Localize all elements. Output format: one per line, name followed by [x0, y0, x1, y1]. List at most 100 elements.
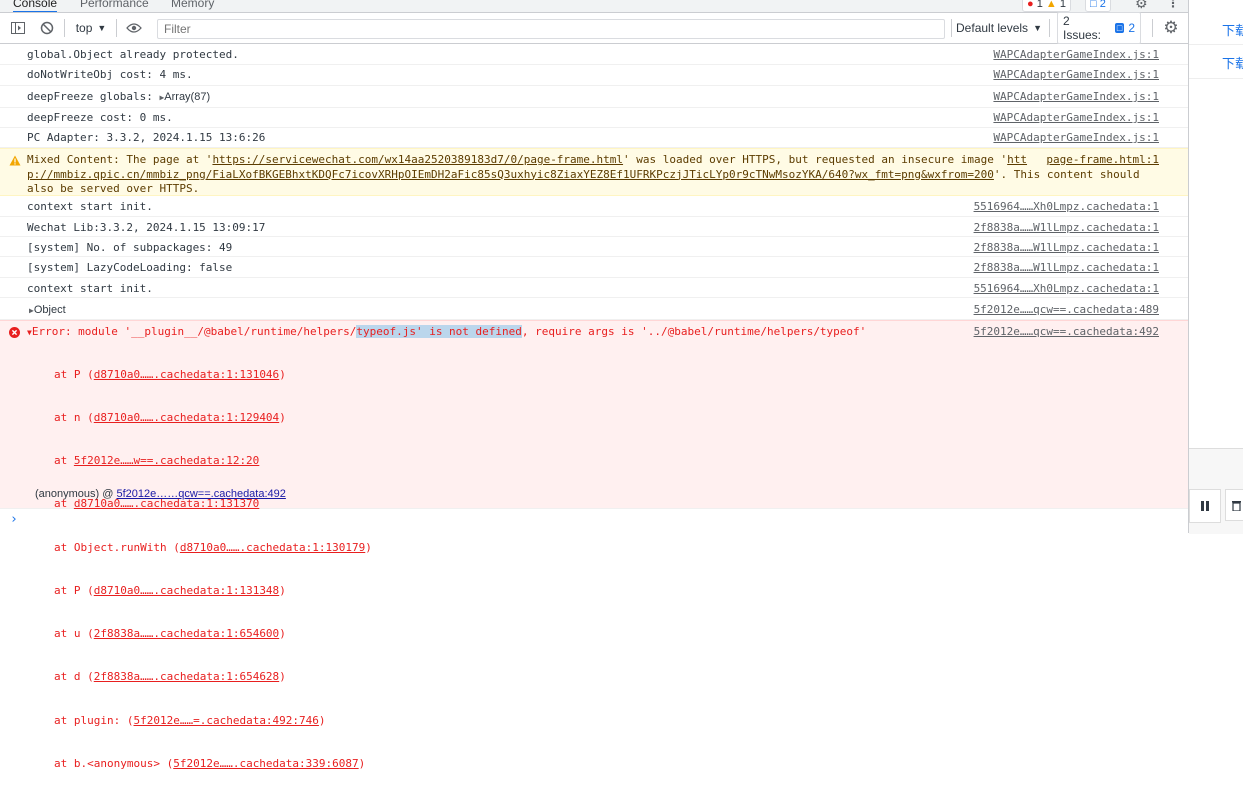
log-levels-dropdown[interactable]: Default levels ▼: [954, 13, 1044, 43]
log-text: [system] LazyCodeLoading: false: [27, 261, 233, 274]
error-source-link[interactable]: 5f2012e……qcw==.cachedata:492: [974, 325, 1159, 338]
stack-frame-text: ): [365, 540, 372, 554]
filter-input[interactable]: [157, 19, 945, 39]
warning-url-image-start[interactable]: htt: [1007, 153, 1027, 166]
toolbar-divider: [64, 19, 65, 37]
stack-frame-text: ): [279, 670, 286, 684]
chat-icon: □: [1090, 0, 1097, 10]
log-text: global.Object already protected.: [27, 48, 239, 61]
stack-frame-text: ): [358, 756, 366, 770]
warning-url-page[interactable]: https://servicewechat.com/wx14aa25203891…: [212, 153, 623, 166]
log-row: [system] No. of subpackages: 49 2f8838a……: [0, 237, 1188, 257]
log-row: context start init. 5516964……Xh0Lmpz.cac…: [0, 196, 1188, 217]
stack-frame: at P (d8710a0…….cachedata:1:131348): [54, 584, 372, 598]
warning-text: Mixed Content: The page at 'https://serv…: [27, 153, 1140, 197]
stack-frame: at n (d8710a0…….cachedata:1:129404): [54, 411, 372, 425]
stack-frame-link[interactable]: d8710a0…….cachedata:1:130179: [180, 541, 365, 554]
stack-frame-link[interactable]: 2f8838a…….cachedata:1:654628: [94, 670, 279, 683]
error-count: 1: [1036, 0, 1043, 10]
stack-frame-link[interactable]: 5f2012e……w==.cachedata:12:20: [74, 454, 259, 467]
stack-frame-text: at Object.runWith (: [54, 540, 180, 554]
log-row: doNotWriteObj cost: 4 ms. WAPCAdapterGam…: [0, 65, 1188, 86]
log-row: PC Adapter: 3.3.2, 2024.1.15 13:6:26 WAP…: [0, 128, 1188, 148]
issues-count: 2: [1128, 21, 1135, 35]
issues-button[interactable]: 2 Issues: □ 2: [1057, 12, 1141, 44]
log-row: [system] LazyCodeLoading: false 2f8838a……: [0, 257, 1188, 278]
stack-frame-text: ): [279, 367, 286, 381]
log-source-link[interactable]: WAPCAdapterGameIndex.js:1: [993, 48, 1159, 61]
chevron-down-icon: ▼: [97, 23, 107, 33]
stack-frame: at b.<anonymous> (5f2012e…….cachedata:33…: [54, 757, 372, 771]
warning-text-mid: ' was loaded over HTTPS, but requested a…: [623, 153, 1008, 166]
clear-console-icon[interactable]: [35, 13, 59, 43]
stack-frame-text: at u (: [54, 627, 94, 641]
more-vert-icon[interactable]: ⋮: [1167, 0, 1179, 11]
stack-frame-text: at d (: [54, 670, 94, 684]
delete-button[interactable]: [1225, 489, 1243, 521]
log-text: [system] No. of subpackages: 49: [27, 241, 233, 254]
pause-button[interactable]: [1189, 489, 1221, 523]
settings-icon[interactable]: ⚙: [1135, 0, 1148, 11]
error-text-highlight: typeof.js' is not defined: [356, 325, 522, 338]
object-expand-label[interactable]: Object: [34, 304, 66, 316]
settings-icon[interactable]: ⚙: [1159, 13, 1183, 43]
context-selector[interactable]: top ▼: [70, 13, 112, 43]
stack-frame: at 5f2012e……w==.cachedata:12:20: [54, 454, 372, 468]
log-source-link[interactable]: 2f8838a……W1lLmpz.cachedata:1: [974, 221, 1159, 234]
log-source-link[interactable]: 5f2012e……qcw==.cachedata:489: [974, 303, 1159, 316]
stack-frame-text: ): [279, 583, 286, 597]
tab-performance[interactable]: Performance: [80, 0, 149, 11]
log-source-link[interactable]: 2f8838a……W1lLmpz.cachedata:1: [974, 261, 1159, 274]
chevron-down-icon: ▼: [1033, 23, 1042, 33]
log-text[interactable]: ▶Object: [29, 303, 66, 316]
anonymous-link[interactable]: 5f2012e……qcw==.cachedata:492: [116, 488, 285, 500]
messages-badge[interactable]: □ 2: [1085, 0, 1111, 12]
anonymous-call-site: (anonymous) @ 5f2012e……qcw==.cachedata:4…: [35, 488, 286, 500]
log-source-link[interactable]: 5516964……Xh0Lmpz.cachedata:1: [974, 282, 1159, 295]
download-link[interactable]: 下载: [1222, 53, 1243, 72]
log-text: context start init.: [27, 200, 153, 213]
stack-frame-text: ): [318, 713, 326, 727]
issues-label: 2 Issues:: [1063, 14, 1102, 42]
chat-icon: □: [1114, 23, 1125, 33]
log-text: deepFreeze globals: ▶Array(87): [27, 90, 210, 103]
toolbar-divider: [1152, 19, 1153, 37]
stack-frame-link[interactable]: d8710a0…….cachedata:1:131046: [94, 368, 279, 381]
warning-source-link[interactable]: page-frame.html:1: [1046, 153, 1159, 166]
log-text: context start init.: [27, 282, 153, 295]
stack-frame: at u (2f8838a…….cachedata:1:654600): [54, 627, 372, 641]
log-source-link[interactable]: WAPCAdapterGameIndex.js:1: [993, 111, 1159, 124]
stack-frame-text: at P (: [54, 367, 94, 381]
stack-frame-link[interactable]: d8710a0…….cachedata:1:129404: [94, 411, 279, 424]
panel-tabbar: Console Performance Memory ● 1 ▲ 1 □ 2 ⚙…: [0, 0, 1188, 13]
anonymous-label: (anonymous) @: [35, 488, 117, 500]
array-expand-label[interactable]: Array(87): [164, 91, 210, 103]
log-source-link[interactable]: WAPCAdapterGameIndex.js:1: [993, 131, 1159, 144]
log-source-link[interactable]: WAPCAdapterGameIndex.js:1: [993, 90, 1159, 103]
warning-text-post: '. This content should: [993, 167, 1140, 181]
log-source-link[interactable]: WAPCAdapterGameIndex.js:1: [993, 68, 1159, 81]
stack-frame-text: at plugin: (: [54, 713, 134, 727]
log-row: ▶Object 5f2012e……qcw==.cachedata:489: [0, 298, 1188, 320]
stack-frame-text: ): [279, 627, 286, 641]
stack-frame-link[interactable]: 5f2012e…….cachedata:339:6087: [173, 757, 358, 770]
console-prompt[interactable]: ›: [0, 509, 1188, 533]
tab-memory[interactable]: Memory: [171, 0, 214, 11]
stack-frame-link[interactable]: 5f2012e……=.cachedata:492:746: [133, 714, 318, 727]
dock-sidebar-icon[interactable]: [6, 13, 30, 43]
toolbar-divider: [1049, 19, 1050, 37]
log-source-link[interactable]: 5516964……Xh0Lmpz.cachedata:1: [974, 200, 1159, 213]
download-link[interactable]: 下载: [1222, 20, 1243, 39]
log-text: deepFreeze cost: 0 ms.: [27, 111, 173, 124]
stack-frame-link[interactable]: 2f8838a…….cachedata:1:654600: [94, 627, 279, 640]
log-text: PC Adapter: 3.3.2, 2024.1.15 13:6:26: [27, 131, 266, 144]
tab-console[interactable]: Console: [13, 0, 58, 12]
eye-icon[interactable]: [122, 13, 146, 43]
warning-url-image[interactable]: p://mmbiz.qpic.cn/mmbiz_png/FiaLXofBKGEB…: [27, 168, 994, 181]
log-source-link[interactable]: 2f8838a……W1lLmpz.cachedata:1: [974, 241, 1159, 254]
log-text: doNotWriteObj cost: 4 ms.: [27, 68, 193, 81]
divider: [1189, 44, 1243, 45]
error-icon: ●: [1027, 0, 1034, 10]
error-warning-badge[interactable]: ● 1 ▲ 1: [1022, 0, 1071, 12]
stack-frame-link[interactable]: d8710a0…….cachedata:1:131348: [94, 584, 279, 597]
